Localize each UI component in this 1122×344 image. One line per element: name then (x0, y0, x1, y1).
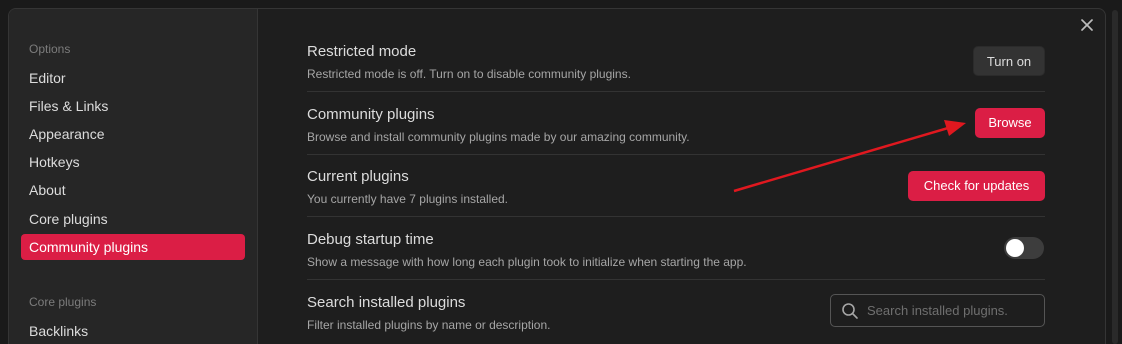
check-for-updates-button[interactable]: Check for updates (908, 171, 1045, 201)
search-plugins-input[interactable] (867, 295, 1037, 326)
settings-content: Restricted mode Restricted mode is off. … (258, 9, 1105, 344)
close-icon[interactable] (1080, 18, 1094, 32)
turn-on-button[interactable]: Turn on (973, 46, 1045, 76)
sidebar-item-core-plugins[interactable]: Core plugins (21, 206, 245, 232)
setting-debug-startup-time: Debug startup time Show a message with h… (307, 231, 1045, 269)
row-divider (307, 154, 1045, 155)
row-divider (307, 279, 1045, 280)
sidebar-item-appearance[interactable]: Appearance (21, 121, 245, 147)
row-divider (307, 216, 1045, 217)
sidebar-item-hotkeys[interactable]: Hotkeys (21, 149, 245, 175)
settings-modal: Options Editor Files & Links Appearance … (8, 8, 1106, 344)
toggle-knob (1006, 239, 1024, 257)
sidebar-heading-options: Options (29, 42, 71, 56)
debug-startup-toggle[interactable] (1004, 237, 1044, 259)
setting-restricted-mode: Restricted mode Restricted mode is off. … (307, 43, 1045, 81)
setting-description: Restricted mode is off. Turn on to disab… (307, 67, 631, 81)
sidebar-item-backlinks[interactable]: Backlinks (21, 318, 245, 344)
setting-community-plugins: Community plugins Browse and install com… (307, 106, 1045, 144)
sidebar-item-about[interactable]: About (21, 177, 245, 203)
search-plugins-box (830, 294, 1045, 327)
row-divider (307, 91, 1045, 92)
browse-button[interactable]: Browse (975, 108, 1045, 138)
sidebar-item-files-links[interactable]: Files & Links (21, 93, 245, 119)
scrollbar[interactable] (1112, 10, 1118, 344)
settings-sidebar: Options Editor Files & Links Appearance … (9, 9, 258, 344)
search-icon (842, 303, 858, 319)
sidebar-item-editor[interactable]: Editor (21, 65, 245, 91)
setting-name: Restricted mode (307, 43, 417, 60)
setting-name: Debug startup time (307, 231, 434, 248)
sidebar-heading-core-plugins: Core plugins (29, 295, 97, 309)
setting-description: Show a message with how long each plugin… (307, 255, 747, 269)
setting-name: Community plugins (307, 106, 435, 123)
sidebar-item-community-plugins[interactable]: Community plugins (21, 234, 245, 260)
setting-description: Browse and install community plugins mad… (307, 130, 690, 144)
